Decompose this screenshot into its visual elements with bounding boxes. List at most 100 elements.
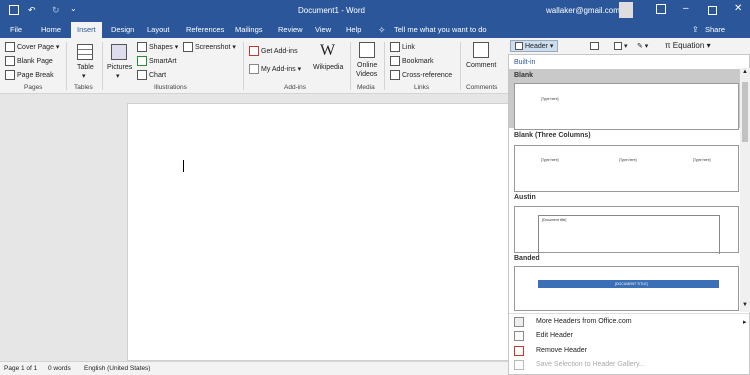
wikipedia-button[interactable]: Wikipedia bbox=[313, 64, 343, 71]
close-icon[interactable]: ✕ bbox=[734, 3, 742, 14]
table-button[interactable]: Table bbox=[77, 64, 94, 71]
link-button[interactable]: Link bbox=[390, 42, 415, 52]
quick-parts-icon[interactable]: ▾ bbox=[614, 42, 628, 51]
link-icon bbox=[390, 42, 400, 52]
tab-file[interactable]: File bbox=[10, 25, 22, 34]
page-break-button[interactable]: Page Break bbox=[5, 70, 54, 80]
save-selection-icon bbox=[514, 360, 524, 370]
undo-icon[interactable]: ↶ bbox=[28, 5, 36, 16]
share-button[interactable]: Share bbox=[705, 25, 725, 34]
online-videos-label-2[interactable]: Videos bbox=[356, 71, 377, 78]
cover-page-button[interactable]: Cover Page ▾ bbox=[5, 42, 59, 52]
gallery-item-banded[interactable]: [DOCUMENT TITLE] bbox=[514, 266, 739, 311]
tab-view[interactable]: View bbox=[315, 25, 331, 34]
customize-toolbar-icon[interactable]: ⌄ bbox=[70, 4, 77, 13]
online-videos-icon bbox=[359, 42, 375, 58]
gallery-title-blank-three-columns: Blank (Three Columns) bbox=[514, 132, 591, 139]
scroll-down-icon[interactable]: ▼ bbox=[742, 302, 748, 308]
text-box-icon[interactable] bbox=[590, 42, 601, 50]
edit-header-icon bbox=[514, 331, 524, 341]
header-button[interactable]: Header ▾ bbox=[510, 40, 559, 53]
chart-icon bbox=[137, 70, 147, 80]
more-headers-menu-item[interactable]: More Headers from Office.com ▸ bbox=[514, 316, 747, 330]
table-icon bbox=[77, 44, 93, 60]
tab-review[interactable]: Review bbox=[278, 25, 303, 34]
screenshot-button[interactable]: Screenshot ▾ bbox=[183, 42, 236, 52]
builtin-label: Built-in bbox=[514, 59, 536, 66]
pictures-dropdown-icon[interactable]: ▾ bbox=[116, 72, 120, 80]
group-label-pages: Pages bbox=[24, 84, 43, 91]
cover-page-icon bbox=[5, 42, 15, 52]
ribbon-tabs: File Home Insert Design Layout Reference… bbox=[0, 22, 750, 38]
gallery-item-blank-three-columns[interactable]: [Type here] [Type here] [Type here] bbox=[514, 145, 739, 192]
get-addins-button[interactable]: Get Add-ins bbox=[249, 46, 298, 56]
tab-references[interactable]: References bbox=[186, 25, 224, 34]
comment-icon bbox=[473, 42, 489, 58]
gallery-title-banded: Banded bbox=[514, 255, 540, 262]
cross-reference-icon bbox=[390, 70, 400, 80]
group-label-media: Media bbox=[357, 84, 375, 91]
account-name[interactable]: wallaker@gmail.com bbox=[546, 6, 620, 15]
save-icon[interactable] bbox=[9, 5, 19, 15]
header-gallery-dropdown: Built-in Blank [Type here] Blank (Three … bbox=[508, 54, 750, 375]
tab-design[interactable]: Design bbox=[111, 25, 134, 34]
bookmark-icon bbox=[390, 56, 400, 66]
word-count-status[interactable]: 0 words bbox=[48, 365, 71, 372]
equation-button[interactable]: π Equation ▾ bbox=[665, 41, 711, 50]
pictures-button[interactable]: Pictures bbox=[107, 64, 132, 71]
my-addins-button[interactable]: My Add-ins ▾ bbox=[249, 64, 301, 74]
blank-page-icon bbox=[5, 56, 15, 66]
my-addins-icon bbox=[249, 64, 259, 74]
tell-me-search[interactable]: Tell me what you want to do bbox=[394, 25, 487, 34]
signature-line-icon[interactable]: ✎ ▾ bbox=[637, 42, 648, 50]
scroll-up-icon[interactable]: ▲ bbox=[742, 69, 748, 75]
page-count-status[interactable]: Page 1 of 1 bbox=[4, 365, 37, 372]
wikipedia-icon: W bbox=[320, 42, 336, 59]
save-selection-menu-item: Save Selection to Header Gallery... bbox=[514, 359, 746, 373]
group-label-links: Links bbox=[414, 84, 430, 91]
avatar[interactable] bbox=[619, 2, 633, 18]
page-break-icon bbox=[5, 70, 15, 80]
tab-insert[interactable]: Insert bbox=[71, 22, 102, 38]
submenu-arrow-icon: ▸ bbox=[743, 319, 747, 326]
gallery-scroll-thumb[interactable] bbox=[742, 82, 748, 142]
cross-reference-button[interactable]: Cross-reference bbox=[390, 70, 452, 80]
share-icon: ⇪ bbox=[692, 25, 699, 34]
edit-header-menu-item[interactable]: Edit Header bbox=[514, 330, 746, 344]
online-videos-button[interactable]: Online bbox=[357, 62, 377, 69]
language-status[interactable]: English (United States) bbox=[84, 365, 150, 372]
remove-header-menu-item[interactable]: Remove Header bbox=[514, 345, 746, 359]
tab-layout[interactable]: Layout bbox=[147, 25, 170, 34]
document-title: Document1 - Word bbox=[298, 6, 365, 15]
title-bar: ↶ ↻ ⌄ Document1 - Word wallaker@gmail.co… bbox=[0, 0, 750, 22]
group-label-illustrations: Illustrations bbox=[154, 84, 187, 91]
minimize-icon[interactable]: – bbox=[683, 3, 689, 14]
text-cursor bbox=[183, 160, 184, 172]
maximize-icon[interactable] bbox=[708, 6, 717, 15]
table-dropdown-icon[interactable]: ▾ bbox=[82, 72, 86, 80]
bookmark-button[interactable]: Bookmark bbox=[390, 56, 434, 66]
gallery-scrollbar[interactable]: ▲ ▼ bbox=[740, 68, 750, 312]
tab-help[interactable]: Help bbox=[346, 25, 361, 34]
smartart-icon bbox=[137, 56, 147, 66]
gallery-title-austin: Austin bbox=[514, 194, 536, 201]
remove-header-icon bbox=[514, 346, 524, 356]
smartart-button[interactable]: SmartArt bbox=[137, 56, 177, 66]
chart-button[interactable]: Chart bbox=[137, 70, 166, 80]
screenshot-icon bbox=[183, 42, 193, 52]
tab-home[interactable]: Home bbox=[41, 25, 61, 34]
pictures-icon bbox=[111, 44, 127, 60]
shapes-icon bbox=[137, 42, 147, 52]
group-label-tables: Tables bbox=[74, 84, 93, 91]
gallery-item-blank[interactable]: [Type here] bbox=[514, 83, 739, 130]
tab-mailings[interactable]: Mailings bbox=[235, 25, 263, 34]
ribbon-display-options-icon[interactable] bbox=[656, 4, 666, 14]
store-icon bbox=[249, 46, 259, 56]
new-comment-button[interactable]: Comment bbox=[466, 62, 496, 69]
header-icon bbox=[515, 42, 523, 51]
gallery-item-austin[interactable]: [Document title] bbox=[514, 206, 739, 254]
shapes-button[interactable]: Shapes ▾ bbox=[137, 42, 178, 52]
blank-page-button[interactable]: Blank Page bbox=[5, 56, 53, 66]
redo-icon[interactable]: ↻ bbox=[52, 5, 60, 16]
document-page[interactable] bbox=[127, 103, 508, 361]
